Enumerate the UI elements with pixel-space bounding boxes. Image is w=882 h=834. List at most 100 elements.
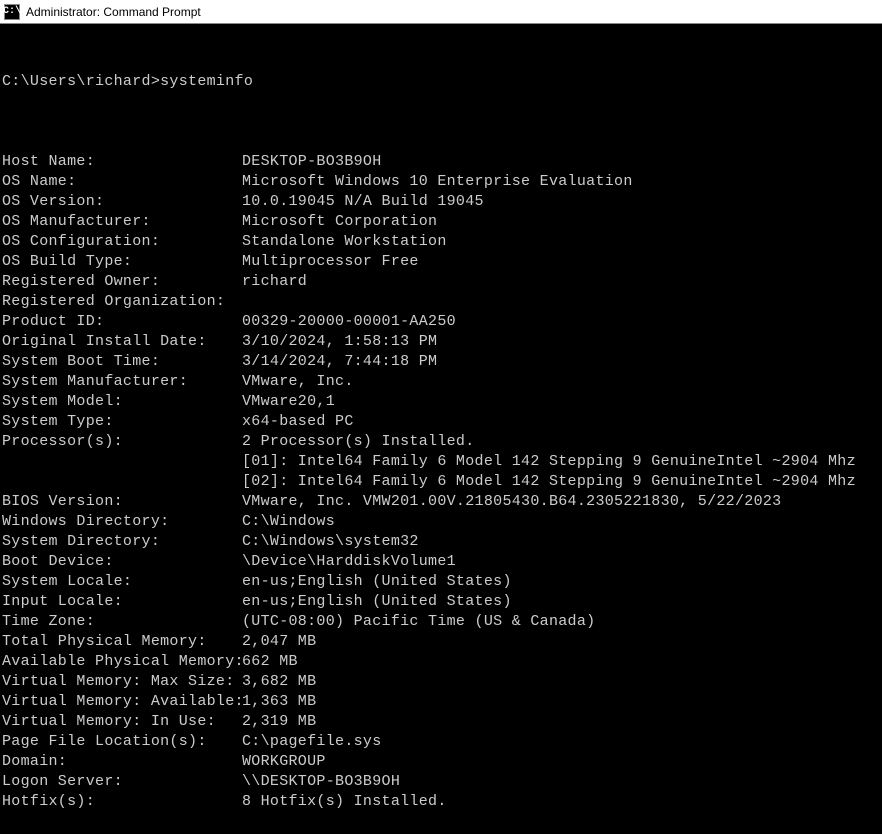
output-row: Virtual Memory: In Use:2,319 MB: [2, 712, 880, 732]
row-label: Logon Server:: [2, 772, 242, 792]
command-text: systeminfo: [160, 73, 253, 90]
row-label: OS Build Type:: [2, 252, 242, 272]
row-label: System Type:: [2, 412, 242, 432]
output-row: Registered Organization:: [2, 292, 880, 312]
output-row: System Boot Time:3/14/2024, 7:44:18 PM: [2, 352, 880, 372]
row-value: VMware20,1: [242, 393, 335, 410]
output-row: Available Physical Memory:662 MB: [2, 652, 880, 672]
row-label: Available Physical Memory:: [2, 652, 242, 672]
output-row: Logon Server:\\DESKTOP-BO3B9OH: [2, 772, 880, 792]
row-label: Registered Organization:: [2, 292, 242, 312]
row-value: 2,047 MB: [242, 633, 316, 650]
row-value: x64-based PC: [242, 413, 354, 430]
row-label: Domain:: [2, 752, 242, 772]
row-value: DESKTOP-BO3B9OH: [242, 153, 382, 170]
row-value: en-us;English (United States): [242, 593, 512, 610]
row-value: richard: [242, 273, 307, 290]
row-value: [02]: Intel64 Family 6 Model 142 Steppin…: [242, 473, 856, 490]
output-row: System Locale:en-us;English (United Stat…: [2, 572, 880, 592]
row-value: 8 Hotfix(s) Installed.: [242, 793, 447, 810]
row-value: 2 Processor(s) Installed.: [242, 433, 475, 450]
row-label: Virtual Memory: Max Size:: [2, 672, 242, 692]
row-value: [01]: Intel64 Family 6 Model 142 Steppin…: [242, 453, 856, 470]
output-row: OS Name:Microsoft Windows 10 Enterprise …: [2, 172, 880, 192]
output-row: OS Manufacturer:Microsoft Corporation: [2, 212, 880, 232]
row-label: Original Install Date:: [2, 332, 242, 352]
row-value: 10.0.19045 N/A Build 19045: [242, 193, 484, 210]
row-label: BIOS Version:: [2, 492, 242, 512]
row-value: 3/14/2024, 7:44:18 PM: [242, 353, 437, 370]
row-value: C:\pagefile.sys: [242, 733, 382, 750]
output-row: Original Install Date:3/10/2024, 1:58:13…: [2, 332, 880, 352]
row-label: Virtual Memory: Available:: [2, 692, 242, 712]
output-row: Virtual Memory: Max Size:3,682 MB: [2, 672, 880, 692]
output-row: Host Name:DESKTOP-BO3B9OH: [2, 152, 880, 172]
row-value: Multiprocessor Free: [242, 253, 419, 270]
output-row: System Directory:C:\Windows\system32: [2, 532, 880, 552]
row-label: Input Locale:: [2, 592, 242, 612]
output-row: Input Locale:en-us;English (United State…: [2, 592, 880, 612]
output-row: System Manufacturer:VMware, Inc.: [2, 372, 880, 392]
row-label: Total Physical Memory:: [2, 632, 242, 652]
row-value: \\DESKTOP-BO3B9OH: [242, 773, 400, 790]
output-row: Time Zone:(UTC-08:00) Pacific Time (US &…: [2, 612, 880, 632]
output-row: Boot Device:\Device\HarddiskVolume1: [2, 552, 880, 572]
output-row: Windows Directory:C:\Windows: [2, 512, 880, 532]
prompt-text: C:\Users\richard>: [2, 73, 160, 90]
row-label: System Directory:: [2, 532, 242, 552]
row-label: OS Manufacturer:: [2, 212, 242, 232]
window-titlebar[interactable]: C:\ Administrator: Command Prompt: [0, 0, 882, 24]
row-value: 3,682 MB: [242, 673, 316, 690]
row-value: VMware, Inc.: [242, 373, 354, 390]
row-label: System Boot Time:: [2, 352, 242, 372]
row-value: VMware, Inc. VMW201.00V.21805430.B64.230…: [242, 493, 781, 510]
output-row: OS Version:10.0.19045 N/A Build 19045: [2, 192, 880, 212]
output-row: Hotfix(s):8 Hotfix(s) Installed.: [2, 792, 880, 812]
output-row: BIOS Version:VMware, Inc. VMW201.00V.218…: [2, 492, 880, 512]
cmd-icon: C:\: [4, 4, 20, 20]
row-value: WORKGROUP: [242, 753, 326, 770]
output-row: System Model:VMware20,1: [2, 392, 880, 412]
output-row: Page File Location(s):C:\pagefile.sys: [2, 732, 880, 752]
output-row: OS Build Type:Multiprocessor Free: [2, 252, 880, 272]
row-label: Boot Device:: [2, 552, 242, 572]
output-row: OS Configuration:Standalone Workstation: [2, 232, 880, 252]
row-value: 00329-20000-00001-AA250: [242, 313, 456, 330]
row-value: (UTC-08:00) Pacific Time (US & Canada): [242, 613, 595, 630]
row-label: System Manufacturer:: [2, 372, 242, 392]
row-label: Registered Owner:: [2, 272, 242, 292]
row-value: C:\Windows\system32: [242, 533, 419, 550]
row-label: Hotfix(s):: [2, 792, 242, 812]
row-value: 662 MB: [242, 653, 298, 670]
row-value: Microsoft Windows 10 Enterprise Evaluati…: [242, 173, 633, 190]
output-row: [02]: Intel64 Family 6 Model 142 Steppin…: [2, 472, 880, 492]
output-row: Registered Owner:richard: [2, 272, 880, 292]
row-label: Product ID:: [2, 312, 242, 332]
systeminfo-output: Host Name:DESKTOP-BO3B9OHOS Name:Microso…: [2, 152, 880, 812]
row-label: Host Name:: [2, 152, 242, 172]
row-label: System Model:: [2, 392, 242, 412]
output-row: Domain:WORKGROUP: [2, 752, 880, 772]
window-title: Administrator: Command Prompt: [26, 5, 201, 19]
row-label: OS Version:: [2, 192, 242, 212]
row-value: Microsoft Corporation: [242, 213, 437, 230]
row-value: 2,319 MB: [242, 713, 316, 730]
row-label: Windows Directory:: [2, 512, 242, 532]
row-value: 3/10/2024, 1:58:13 PM: [242, 333, 437, 350]
command-line: C:\Users\richard>systeminfo: [2, 72, 880, 92]
terminal-output[interactable]: C:\Users\richard>systeminfo Host Name:DE…: [0, 24, 882, 834]
output-row: System Type:x64-based PC: [2, 412, 880, 432]
row-label: OS Name:: [2, 172, 242, 192]
row-value: \Device\HarddiskVolume1: [242, 553, 456, 570]
output-row: Virtual Memory: Available:1,363 MB: [2, 692, 880, 712]
row-label: Time Zone:: [2, 612, 242, 632]
row-value: en-us;English (United States): [242, 573, 512, 590]
row-label: Processor(s):: [2, 432, 242, 452]
output-row: Total Physical Memory:2,047 MB: [2, 632, 880, 652]
row-value: Standalone Workstation: [242, 233, 447, 250]
output-row: [01]: Intel64 Family 6 Model 142 Steppin…: [2, 452, 880, 472]
output-row: Product ID:00329-20000-00001-AA250: [2, 312, 880, 332]
row-label: Virtual Memory: In Use:: [2, 712, 242, 732]
row-label: Page File Location(s):: [2, 732, 242, 752]
row-label: System Locale:: [2, 572, 242, 592]
